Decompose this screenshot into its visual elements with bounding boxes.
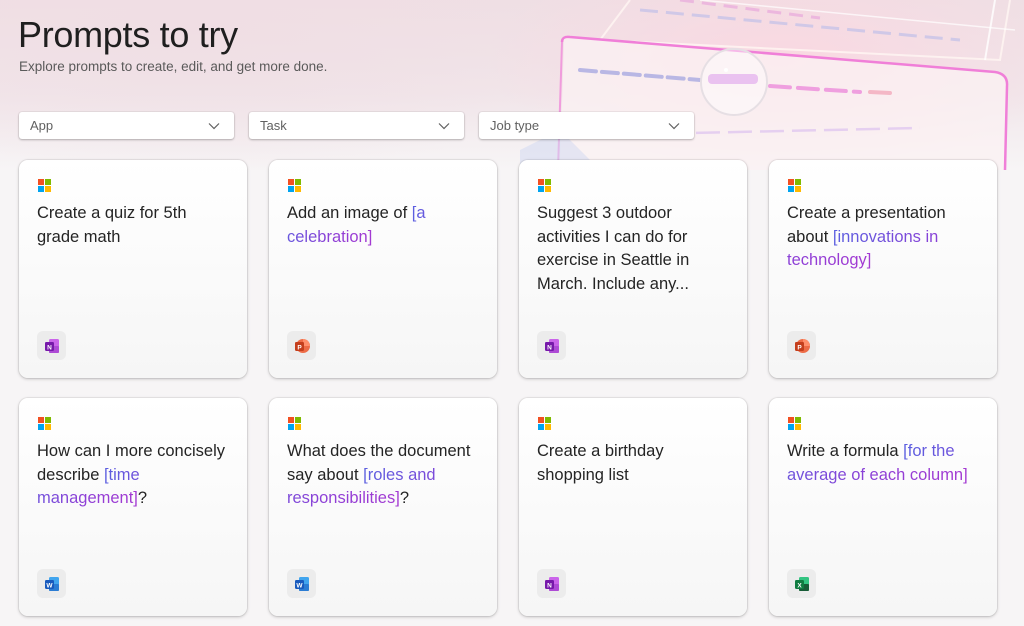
page-subtitle: Explore prompts to create, edit, and get…	[19, 59, 328, 74]
prompt-text: Create a birthday shopping list	[537, 440, 729, 487]
dropdown-label: App	[30, 118, 54, 133]
prompt-suffix-text: ?	[137, 489, 148, 507]
microsoft-logo-icon	[788, 179, 801, 192]
prompt-card[interactable]: Create a birthday shopping list N	[519, 398, 747, 616]
prompt-card[interactable]: Create a quiz for 5th grade math N	[19, 160, 247, 378]
onenote-icon: N	[543, 575, 561, 593]
powerpoint-icon: P	[293, 337, 311, 355]
prompt-text: What does the document say about [roles …	[287, 440, 479, 511]
onenote-icon: N	[543, 337, 561, 355]
excel-icon: X	[793, 575, 811, 593]
prompt-plain-text: Create a birthday shopping list	[537, 442, 664, 484]
dropdown-label: Task	[260, 118, 287, 133]
svg-text:W: W	[46, 582, 53, 589]
job-type-filter-dropdown[interactable]: Job type	[479, 112, 694, 139]
page-title: Prompts to try	[18, 14, 238, 55]
microsoft-logo-icon	[788, 417, 801, 430]
prompt-card[interactable]: Create a presentation about [innovations…	[769, 160, 997, 378]
prompt-card[interactable]: What does the document say about [roles …	[269, 398, 497, 616]
prompt-card-grid: Create a quiz for 5th grade math N Add a…	[19, 160, 997, 616]
prompt-card[interactable]: Add an image of [a celebration] P	[269, 160, 497, 378]
microsoft-logo-icon	[288, 179, 301, 192]
prompt-suffix-text: ?	[399, 489, 409, 507]
app-badge: P	[287, 331, 316, 360]
word-icon: W	[293, 575, 311, 593]
filter-bar: App Task Job type	[19, 112, 694, 139]
task-filter-dropdown[interactable]: Task	[249, 112, 464, 139]
prompt-text: Create a presentation about [innovations…	[787, 202, 979, 273]
prompt-text: Write a formula [for the average of each…	[787, 440, 979, 487]
onenote-icon: N	[43, 337, 61, 355]
microsoft-logo-icon	[288, 417, 301, 430]
microsoft-logo-icon	[38, 179, 51, 192]
svg-text:W: W	[296, 582, 303, 589]
app-badge: N	[537, 331, 566, 360]
app-badge: N	[537, 569, 566, 598]
prompt-plain-text: Create a quiz for 5th grade math	[37, 204, 187, 246]
svg-text:P: P	[797, 344, 802, 351]
prompt-plain-text: Suggest 3 outdoor activities I can do fo…	[537, 204, 690, 293]
chevron-down-icon	[208, 122, 220, 129]
app-badge: X	[787, 569, 816, 598]
app-badge: W	[37, 569, 66, 598]
app-badge: N	[37, 331, 66, 360]
prompt-text: Suggest 3 outdoor activities I can do fo…	[537, 202, 729, 296]
svg-text:N: N	[547, 582, 552, 589]
svg-text:N: N	[47, 344, 52, 351]
app-badge: P	[787, 331, 816, 360]
prompt-card[interactable]: Suggest 3 outdoor activities I can do fo…	[519, 160, 747, 378]
microsoft-logo-icon	[538, 179, 551, 192]
prompt-card[interactable]: How can I more concisely describe [time …	[19, 398, 247, 616]
svg-text:X: X	[797, 582, 802, 589]
powerpoint-icon: P	[793, 337, 811, 355]
svg-text:P: P	[297, 344, 302, 351]
prompt-text: Add an image of [a celebration]	[287, 202, 479, 249]
microsoft-logo-icon	[38, 417, 51, 430]
microsoft-logo-icon	[538, 417, 551, 430]
prompt-card[interactable]: Write a formula [for the average of each…	[769, 398, 997, 616]
prompt-text: How can I more concisely describe [time …	[37, 440, 229, 511]
dropdown-label: Job type	[490, 118, 540, 133]
prompt-plain-text: Add an image of	[287, 204, 412, 222]
prompt-plain-text: Write a formula	[787, 442, 904, 460]
prompt-text: Create a quiz for 5th grade math	[37, 202, 229, 249]
svg-text:N: N	[547, 344, 552, 351]
chevron-down-icon	[668, 122, 680, 129]
chevron-down-icon	[438, 122, 450, 129]
word-icon: W	[43, 575, 61, 593]
app-badge: W	[287, 569, 316, 598]
app-filter-dropdown[interactable]: App	[19, 112, 234, 139]
